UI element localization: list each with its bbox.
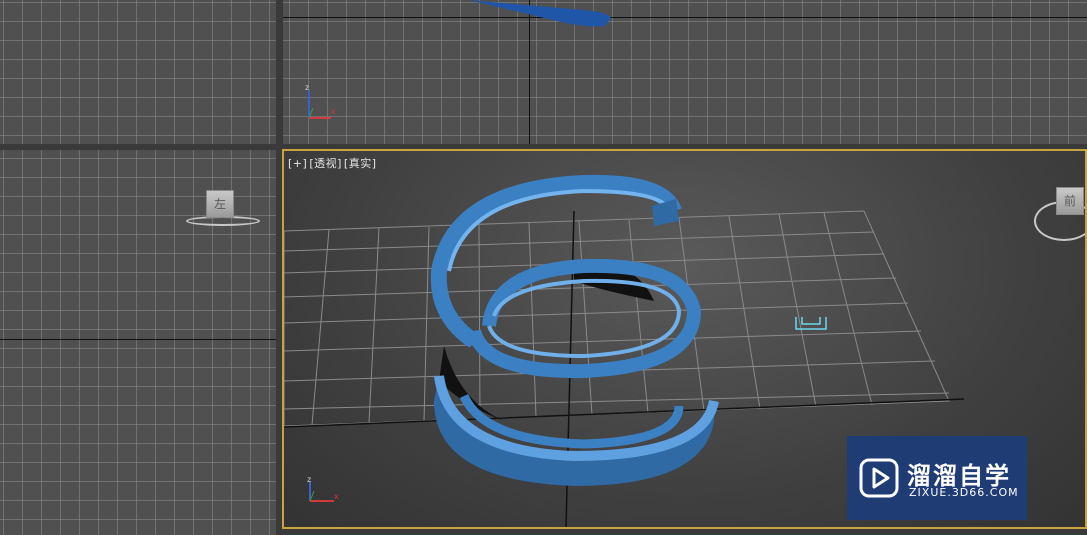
viewport-label-shading[interactable]: [真实] <box>344 157 377 170</box>
object-sliver <box>468 0 611 27</box>
viewport-label-view[interactable]: [透视] <box>309 157 342 170</box>
viewport-top-left[interactable] <box>0 0 276 144</box>
viewport-label-menu[interactable]: [+] [透视] [真实] <box>288 155 379 171</box>
watermark-url: ZIXUE.3D66.COM <box>909 486 1019 499</box>
svg-text:x: x <box>334 492 339 501</box>
viewcube[interactable]: 前 <box>1034 181 1085 251</box>
max-viewport-layout: z x 左 z x [+] [透视] [真实] 前 溜溜自学 ZIXUE.3D6… <box>0 0 1087 535</box>
viewport-label-plus[interactable]: [+] <box>288 157 307 170</box>
axis-tripod-icon: z x <box>307 475 339 502</box>
viewcube[interactable]: 左 <box>184 188 260 228</box>
svg-text:z: z <box>305 83 309 92</box>
world-axis-x <box>284 398 965 428</box>
home-grid <box>284 210 950 427</box>
svg-text:z: z <box>307 475 311 484</box>
top-view-geometry: z x <box>305 0 611 119</box>
watermark-badge: 溜溜自学 ZIXUE.3D66.COM <box>847 436 1027 520</box>
axis-line-horizontal <box>0 339 276 340</box>
axis-tripod-icon: z x <box>305 83 336 119</box>
svg-text:x: x <box>331 107 336 116</box>
play-logo-icon <box>859 458 899 498</box>
viewcube-face-front[interactable]: 前 <box>1056 187 1084 215</box>
viewport-top[interactable]: z x <box>283 0 1087 144</box>
viewport-left[interactable]: 左 <box>0 150 276 535</box>
viewcube-face-left[interactable]: 左 <box>206 190 234 218</box>
